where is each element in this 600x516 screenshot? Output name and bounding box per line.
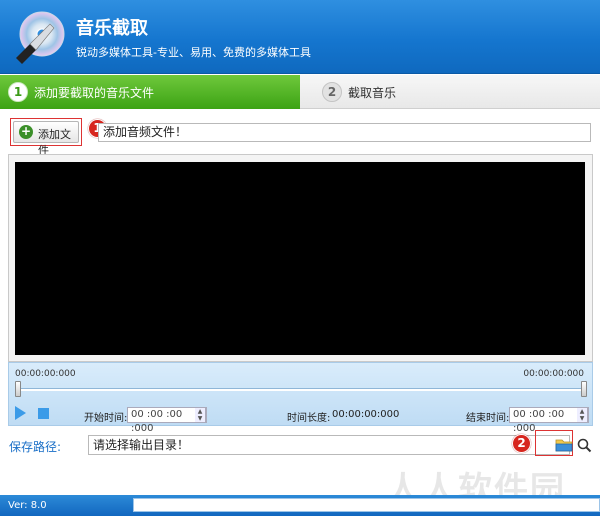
step-badge-2: 2 — [512, 434, 531, 453]
step-1-label: 添加要截取的音乐文件 — [34, 86, 155, 100]
stop-icon[interactable] — [38, 408, 49, 419]
start-time-stepper[interactable]: ▲ ▼ — [195, 407, 206, 423]
step-bar: 1 添加要截取的音乐文件 2 截取音乐 — [0, 75, 600, 109]
duration-label: 时间长度: — [287, 413, 331, 424]
duration-value: 00:00:00:000 — [332, 409, 400, 420]
step-2-number[interactable]: 2 — [322, 82, 342, 102]
play-icon[interactable] — [15, 406, 26, 420]
timeline-start-time: 00:00:00:000 — [15, 369, 76, 379]
end-time-label: 结束时间: — [466, 413, 510, 424]
folder-icon[interactable] — [554, 436, 574, 454]
version-label: Ver: 8.0 — [8, 500, 47, 511]
save-path-field[interactable]: 请选择输出目录！ — [88, 435, 570, 455]
add-file-button[interactable]: + 添加文件 — [13, 121, 79, 157]
timeline-end-time: 00:00:00:000 — [523, 369, 584, 379]
app-header: 音乐截取 锐动多媒体工具-专业、易用、免费的多媒体工具 — [0, 0, 600, 74]
app-subtitle: 锐动多媒体工具-专业、易用、免费的多媒体工具 — [76, 46, 311, 59]
plus-circle-icon: + — [19, 124, 33, 139]
start-time-label: 开始时间: — [84, 413, 128, 424]
cd-knife-icon — [16, 11, 65, 64]
timeline-track[interactable] — [17, 388, 584, 391]
audio-file-field[interactable]: 添加音频文件！ — [98, 123, 591, 142]
save-path-label: 保存路径: — [9, 440, 62, 454]
app-title: 音乐截取 — [76, 18, 148, 39]
timeline-end-handle[interactable] — [581, 381, 587, 397]
timeline-start-handle[interactable] — [15, 381, 21, 397]
video-preview — [15, 162, 585, 355]
progress-bar — [133, 498, 600, 512]
step-2-label[interactable]: 截取音乐 — [348, 84, 396, 101]
step-1[interactable]: 1 添加要截取的音乐文件 — [0, 75, 300, 109]
step-1-number: 1 — [8, 82, 28, 102]
end-time-stepper[interactable]: ▲ ▼ — [577, 407, 588, 423]
search-icon[interactable] — [576, 436, 592, 454]
